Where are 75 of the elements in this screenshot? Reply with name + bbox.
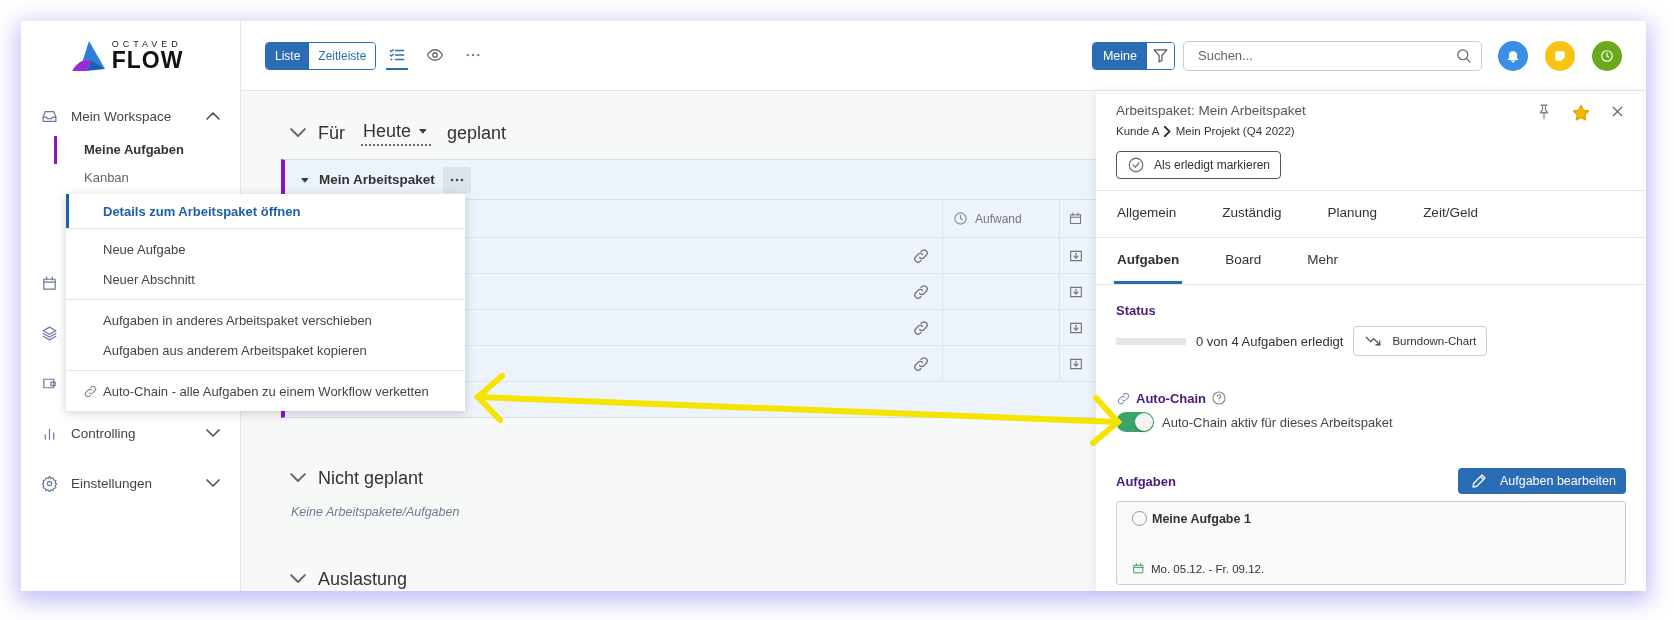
tab[interactable]: Zuständig [1219,191,1285,237]
note-icon [1553,48,1567,63]
toggle-switch[interactable] [1116,412,1154,432]
menu-item[interactable]: Aufgaben in anderes Arbeitspaket verschieben [66,305,465,335]
section-heading: Auto-Chain [1136,390,1207,406]
tab[interactable]: Board [1222,238,1265,284]
nav-subitem[interactable]: Kanban [54,164,129,192]
nav-subitem[interactable]: Meine Aufgaben [54,136,184,164]
clock-icon [953,211,968,226]
clock-icon [1600,48,1614,63]
bell-icon [1506,48,1520,63]
section-heading: Aufgaben [1116,473,1176,489]
nav-item[interactable]: Einstellungen [21,458,240,508]
status-summary: 0 von 4 Aufgaben erledigt [1196,333,1344,349]
breadcrumb-link[interactable]: Mein Projekt (Q4 2022) [1175,125,1295,137]
calendar-icon [1132,562,1145,575]
pencil-icon [1469,472,1488,490]
breadcrumb-link[interactable]: Kunde A [1116,125,1160,137]
edit-tasks-button[interactable]: Aufgaben bearbeiten [1457,468,1626,494]
nav-item[interactable]: Mein Workspace [21,96,240,136]
menu-item[interactable]: Neuer Abschnitt [66,264,465,294]
help-icon[interactable] [1211,390,1228,406]
link-icon[interactable] [912,354,930,373]
calendar-icon[interactable] [41,274,58,292]
panel-title: Arbeitspaket: Mein Arbeitspaket [1116,103,1306,118]
section-title: geplant [447,122,507,144]
star-icon[interactable] [1571,103,1591,123]
tab[interactable]: Planung [1324,191,1381,237]
section-title: Auslastung [318,568,408,590]
calendar-icon [1068,211,1083,226]
logo-wordmark: FLOW [111,49,184,72]
empty-state-text: Keine Arbeitspakete/Aufgaben [291,505,461,519]
tab[interactable]: Aufgaben [1114,238,1183,284]
menu-item[interactable]: Aufgaben aus anderem Arbeitspaket kopieren [66,335,465,365]
link-icon[interactable] [912,246,930,265]
round-action-button[interactable] [1592,40,1622,71]
view-toggle-button[interactable]: Liste [266,42,310,69]
search-icon [1455,46,1472,64]
chevron-down-icon[interactable] [290,473,306,483]
group-title: Mein Arbeitspaket [319,172,435,187]
menu-item[interactable]: Auto-Chain - alle Aufgaben zu einem Workflow verketten [66,376,465,406]
chevron-down-icon[interactable] [290,128,306,138]
task-dates: Mo. 05.12. - Fr. 09.12. [1151,562,1265,575]
layers-icon[interactable] [41,324,58,342]
round-action-button[interactable] [1498,40,1528,71]
task-card[interactable]: Meine Aufgabe 1 Mo. 05.12. - Fr. 09.12. [1116,501,1626,585]
menu-item[interactable]: Details zum Arbeitspaket öffnen [66,194,465,228]
logo-overline: OCTAVED [111,40,183,49]
link-icon [83,383,98,399]
tab[interactable]: Mehr [1304,238,1342,284]
menu-item[interactable]: Neue Aufgabe [66,234,465,264]
column-header: Aufwand [975,211,1022,226]
link-icon[interactable] [912,282,930,301]
link-icon[interactable] [912,318,930,337]
chevron-down-icon[interactable] [290,574,306,584]
nav-item[interactable]: Controlling [21,408,240,458]
link-icon [1116,390,1131,406]
search-field[interactable]: Suchen... [1183,40,1482,71]
period-dropdown[interactable]: Heute [361,120,432,146]
section-heading: Status [1116,303,1157,318]
tab[interactable]: Allgemein [1114,191,1180,237]
more-icon [449,177,464,182]
toggle-label: Auto-Chain aktiv für dieses Arbeitspaket [1162,414,1393,430]
task-title: Meine Aufgabe 1 [1152,511,1251,526]
filter-icon [1152,47,1169,64]
tab[interactable]: Zeit/Geld [1420,191,1481,237]
check-circle-icon [1127,156,1145,174]
section-title: Für [318,122,345,144]
burndown-chart-button[interactable]: Burndown-Chart [1353,326,1488,356]
settings-icon [41,474,58,492]
mark-done-button[interactable]: Als erledigt markieren [1116,151,1282,179]
filter-button[interactable]: Meine [1092,42,1147,69]
section-title: Nicht geplant [318,467,424,489]
chevron-right-icon [1164,125,1171,137]
sail-logo-icon [71,41,106,71]
